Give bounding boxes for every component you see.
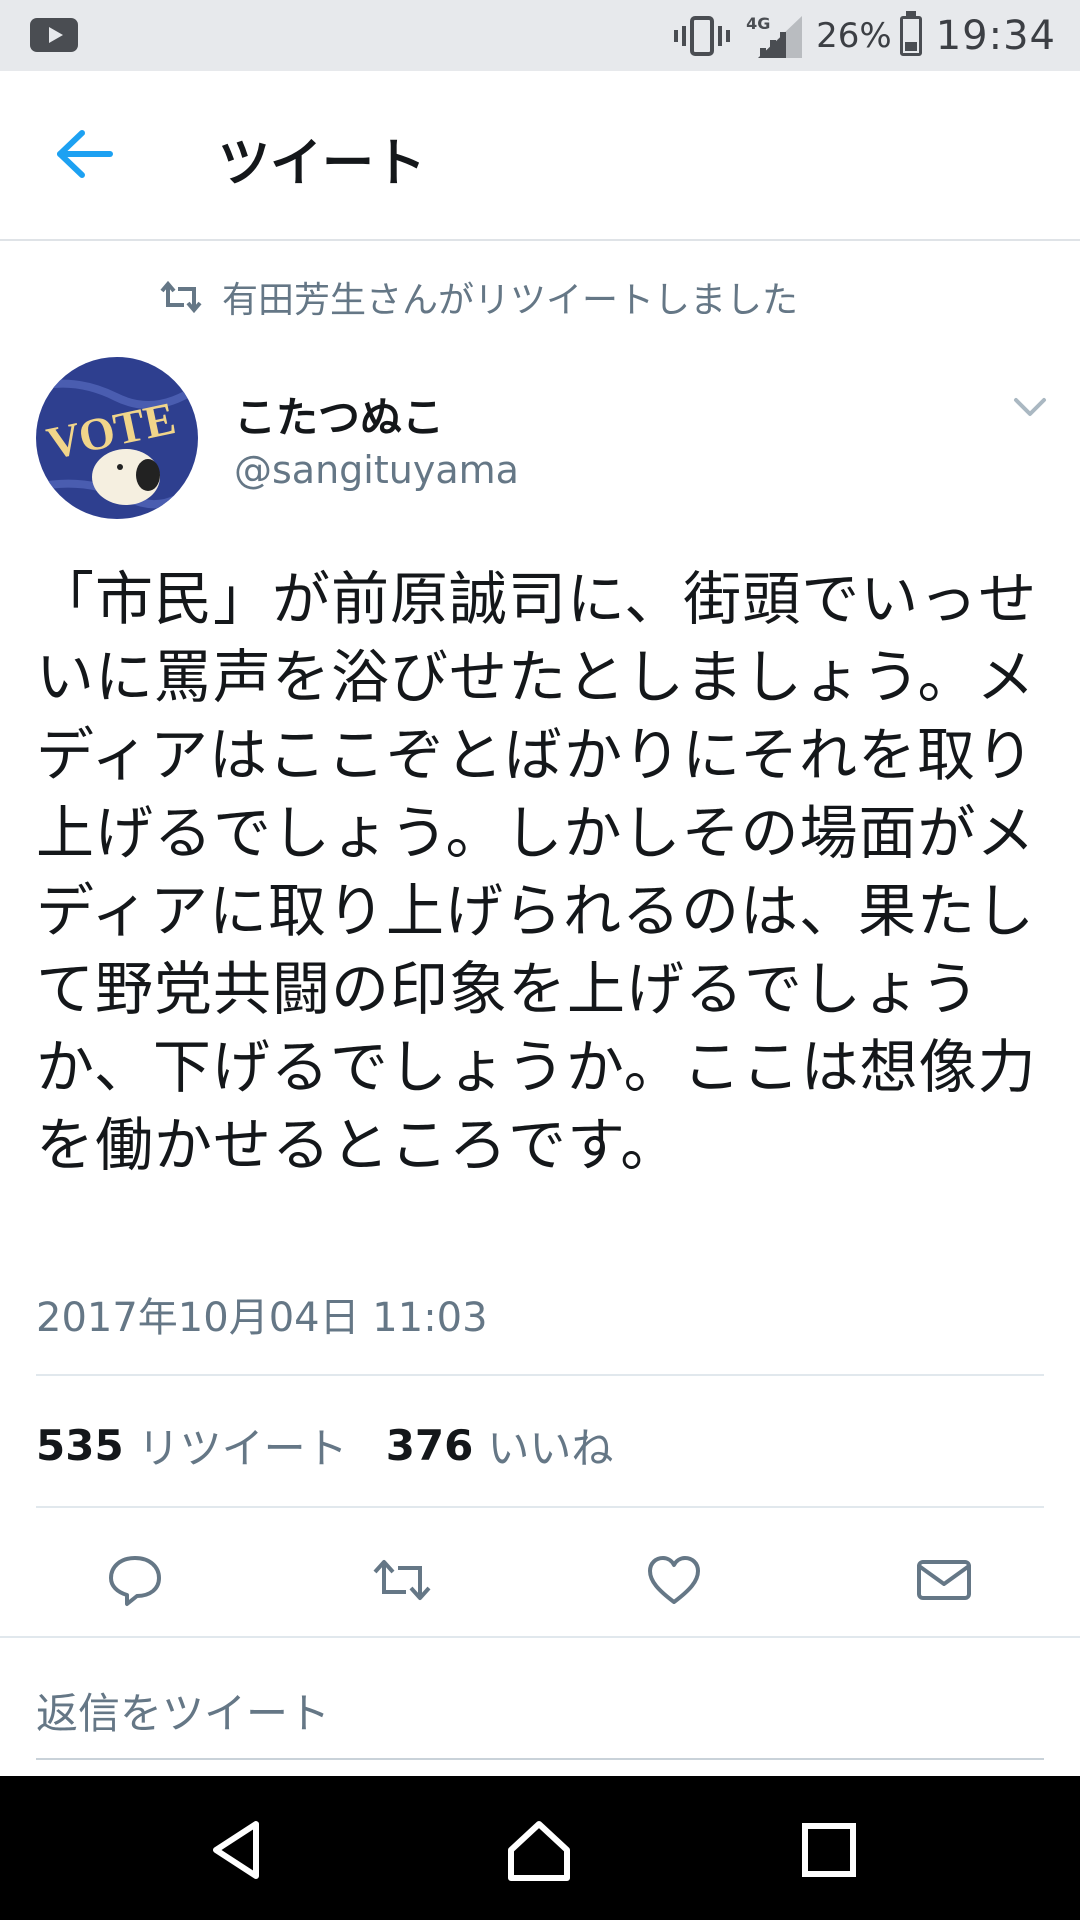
reply-input[interactable]: 返信をツイート (36, 1680, 330, 1741)
vibrate-icon (674, 15, 731, 56)
author-name[interactable]: こたつぬこ (234, 384, 444, 445)
signal-icon: 4G (746, 12, 806, 60)
clock: 19:34 (935, 12, 1056, 59)
tweet-timestamp: 2017年10月04日 11:03 (36, 1295, 488, 1341)
nav-recents-icon[interactable] (793, 1814, 865, 1886)
android-nav-bar (0, 1776, 1080, 1920)
retweet-notice[interactable]: 有田芳生さんがリツイートしました (160, 272, 798, 322)
author-handle[interactable]: @sangituyama (234, 448, 519, 492)
retweet-icon[interactable] (372, 1550, 432, 1610)
reply-input-underline (36, 1758, 1044, 1760)
chevron-down-icon[interactable] (1010, 392, 1050, 420)
mail-icon[interactable] (914, 1550, 974, 1610)
like-count[interactable]: 376 (386, 1421, 474, 1470)
retweet-count[interactable]: 535 (36, 1421, 124, 1470)
divider (36, 1506, 1044, 1508)
heart-icon[interactable] (644, 1550, 704, 1610)
status-bar: 4G 26% 19:34 (0, 0, 1080, 71)
tweet-text: 「市民」が前原誠司に、街頭でいっせいに罵声を浴びせたとしましょう。メディアはここ… (36, 565, 1038, 1179)
youtube-notification-icon (30, 18, 78, 52)
divider (36, 1374, 1044, 1376)
battery-icon (899, 10, 922, 56)
reply-icon[interactable] (105, 1550, 165, 1610)
page-title: ツイート (218, 134, 427, 194)
nav-home-icon[interactable] (503, 1814, 575, 1886)
retweet-notice-text: 有田芳生さんがリツイートしました (222, 280, 799, 321)
avatar[interactable]: VOTE (36, 357, 198, 519)
back-arrow-icon[interactable] (52, 121, 118, 187)
divider (0, 1636, 1080, 1638)
battery-fill (904, 41, 917, 51)
nav-back-icon[interactable] (202, 1814, 274, 1886)
battery-percent: 26% (816, 15, 892, 56)
app-header: ツイート (0, 71, 1080, 241)
tweet-stats: 535 リツイート 376 いいね (36, 1415, 651, 1476)
retweet-small-icon (160, 280, 202, 314)
like-count-label[interactable]: いいね (487, 1415, 613, 1476)
tweet-actions (0, 1540, 1080, 1620)
retweet-count-label[interactable]: リツイート (138, 1415, 348, 1476)
